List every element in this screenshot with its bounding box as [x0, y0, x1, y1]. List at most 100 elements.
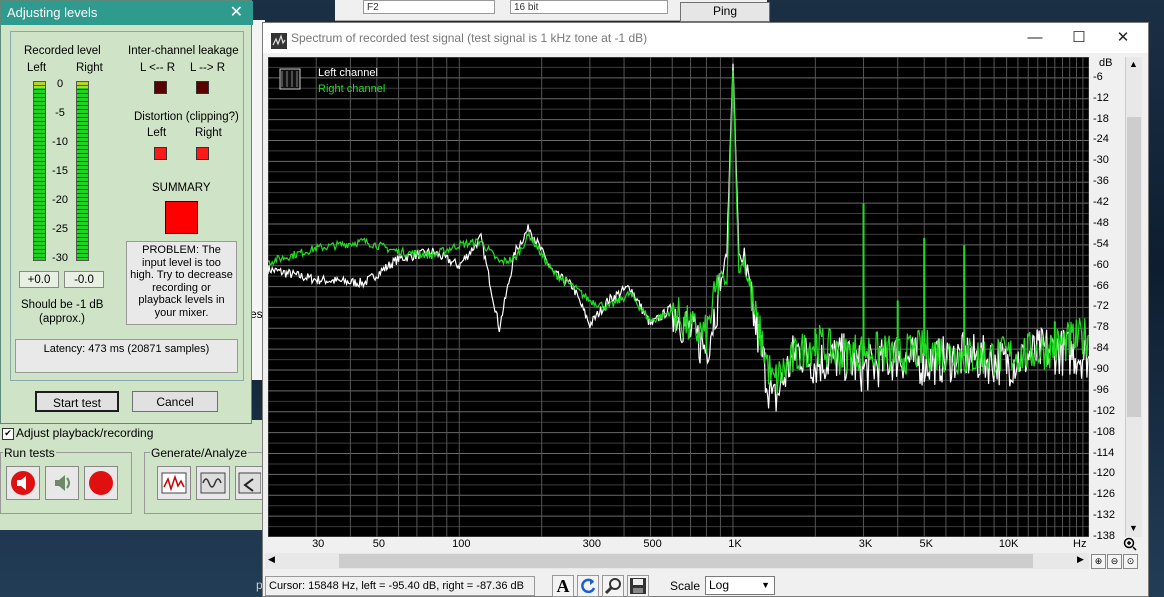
y-tick-label: -96: [1093, 383, 1109, 396]
approx-label: (approx.): [39, 313, 86, 325]
meter-scale-tick: -10: [52, 136, 68, 148]
recorded-level-label: Recorded level: [24, 45, 101, 57]
spectrum-plot[interactable]: Left channel Right channel: [268, 57, 1089, 537]
right-level-value: -0.0: [64, 271, 104, 288]
scale-label: Scale: [670, 579, 701, 593]
zoom-in-x-icon[interactable]: ⊕: [1091, 554, 1106, 569]
magnifier-icon[interactable]: [602, 575, 624, 597]
x-tick-label: 300: [582, 538, 602, 550]
record-icon: [89, 471, 113, 495]
scroll-down-icon[interactable]: ▼: [1129, 523, 1138, 533]
leak-right-indicator: [196, 81, 209, 94]
leak-left-indicator: [154, 81, 167, 94]
dialog-close-icon[interactable]: ✕: [230, 1, 243, 25]
x-tick-label: 100: [452, 538, 471, 550]
legend-right-label: Right channel: [318, 83, 385, 95]
right-level-meter: [76, 81, 89, 261]
meter-scale: 0 -5 -10 -15 -20 -25 -30: [50, 78, 72, 268]
speaker-icon: [55, 475, 70, 491]
play-test-button[interactable]: [6, 466, 40, 500]
scroll-up-icon[interactable]: ▲: [1129, 59, 1138, 69]
adjust-checkbox-label: Adjust playback/recording: [16, 426, 154, 440]
meter-scale-tick: -15: [52, 165, 68, 177]
y-tick-label: -102: [1093, 404, 1116, 417]
analyze-button[interactable]: [196, 466, 230, 500]
y-tick-label: -18: [1093, 112, 1109, 125]
x-tick-label: 50: [372, 538, 386, 550]
zoom-in-y-icon[interactable]: [1123, 537, 1137, 554]
text-icon[interactable]: A: [552, 575, 574, 597]
adjusting-levels-dialog: Adjusting levels ✕ Recorded level Left R…: [0, 0, 253, 424]
distortion-label: Distortion (clipping?): [134, 111, 239, 123]
chevron-down-icon[interactable]: ▼: [761, 577, 770, 594]
should-be-label: Should be -1 dB: [21, 299, 104, 311]
zoom-fit-x-icon[interactable]: ⊙: [1123, 554, 1138, 569]
scale-select-value: Log: [709, 578, 730, 592]
record-button[interactable]: [84, 466, 118, 500]
waveform-icon: [200, 472, 226, 494]
generate-button[interactable]: [157, 466, 191, 500]
y-tick-label: -84: [1093, 342, 1109, 355]
y-tick-label: -48: [1093, 216, 1109, 229]
meter-scale-tick: -5: [55, 107, 65, 119]
meter-left-label: Left: [27, 62, 47, 74]
export-button[interactable]: [235, 466, 263, 500]
summary-indicator: [165, 201, 198, 234]
y-tick-label: -6: [1093, 70, 1103, 83]
save-icon[interactable]: [627, 575, 649, 597]
scroll-right-icon[interactable]: ▶: [1077, 554, 1084, 565]
cancel-button[interactable]: Cancel: [132, 391, 218, 412]
left-level-value: +0.0: [19, 271, 59, 288]
meter-scale-tick: -20: [52, 194, 68, 206]
y-tick-label: -42: [1093, 196, 1109, 209]
meter-scale-tick: -30: [52, 252, 68, 264]
distortion-left-label: Left: [147, 127, 167, 139]
latency-display: Latency: 473 ms (20871 samples): [15, 339, 238, 373]
leakage-label: Inter-channel leakage: [128, 45, 239, 57]
vertical-scrollbar[interactable]: ▲ ▼: [1125, 57, 1142, 537]
main-panel: ✔ Adjust playback/recording Run tests Ge…: [0, 426, 263, 534]
leak-r-from-l-label: L --> R: [190, 62, 226, 74]
x-tick-label: 10K: [998, 538, 1019, 550]
meter-scale-tick: -25: [52, 223, 68, 235]
legend-left-label: Left channel: [318, 67, 378, 79]
meter-right-label: Right: [76, 62, 103, 74]
distortion-right-indicator: [196, 147, 209, 160]
y-tick-label: -120: [1093, 467, 1116, 480]
y-tick-label: -66: [1093, 279, 1109, 292]
vertical-scroll-thumb[interactable]: [1127, 117, 1141, 417]
x-tick-label: 1K: [728, 538, 742, 550]
spectrum-title: Spectrum of recorded test signal (test s…: [291, 31, 648, 45]
distortion-left-indicator: [154, 147, 167, 160]
waveform-red-icon: [161, 472, 187, 494]
scale-select[interactable]: Log ▼: [705, 576, 775, 595]
speaker-test-button[interactable]: [45, 466, 79, 500]
adjust-checkbox[interactable]: ✔: [2, 428, 14, 440]
y-tick-label: -114: [1093, 446, 1115, 459]
y-tick-label: -138: [1093, 530, 1116, 542]
ping-button[interactable]: Ping: [680, 2, 770, 22]
y-tick-label: -36: [1093, 175, 1109, 188]
scroll-left-icon[interactable]: ◀: [268, 554, 275, 565]
close-icon[interactable]: ✕: [1101, 23, 1145, 53]
run-tests-label: Run tests: [3, 446, 56, 460]
maximize-icon[interactable]: ☐: [1057, 23, 1101, 53]
refresh-icon[interactable]: [577, 575, 599, 597]
zoom-out-x-icon[interactable]: ⊖: [1107, 554, 1122, 569]
background-field-2: 16 bit: [510, 0, 668, 14]
x-axis: Hz 30 50 100 300 500 1K 3K 5K 10K: [268, 537, 1089, 553]
spectrum-statusbar: Cursor: 15848 Hz, left = -95.40 dB, righ…: [265, 573, 1145, 597]
arrow-icon: [238, 472, 261, 494]
y-tick-label: -12: [1093, 91, 1109, 104]
y-tick-label: -78: [1093, 321, 1109, 334]
minimize-icon[interactable]: —: [1013, 23, 1057, 53]
distortion-right-label: Right: [195, 127, 222, 139]
background-field-1: F2: [363, 0, 495, 14]
start-test-button[interactable]: Start test: [35, 391, 119, 412]
x-tick-label: 30: [312, 538, 325, 550]
horizontal-scroll-thumb[interactable]: [339, 554, 1033, 568]
y-tick-label: -24: [1093, 133, 1109, 146]
y-unit-label: dB: [1099, 57, 1113, 69]
y-tick-label: -72: [1093, 300, 1109, 313]
horizontal-scrollbar[interactable]: ◀ ▶: [265, 553, 1089, 569]
